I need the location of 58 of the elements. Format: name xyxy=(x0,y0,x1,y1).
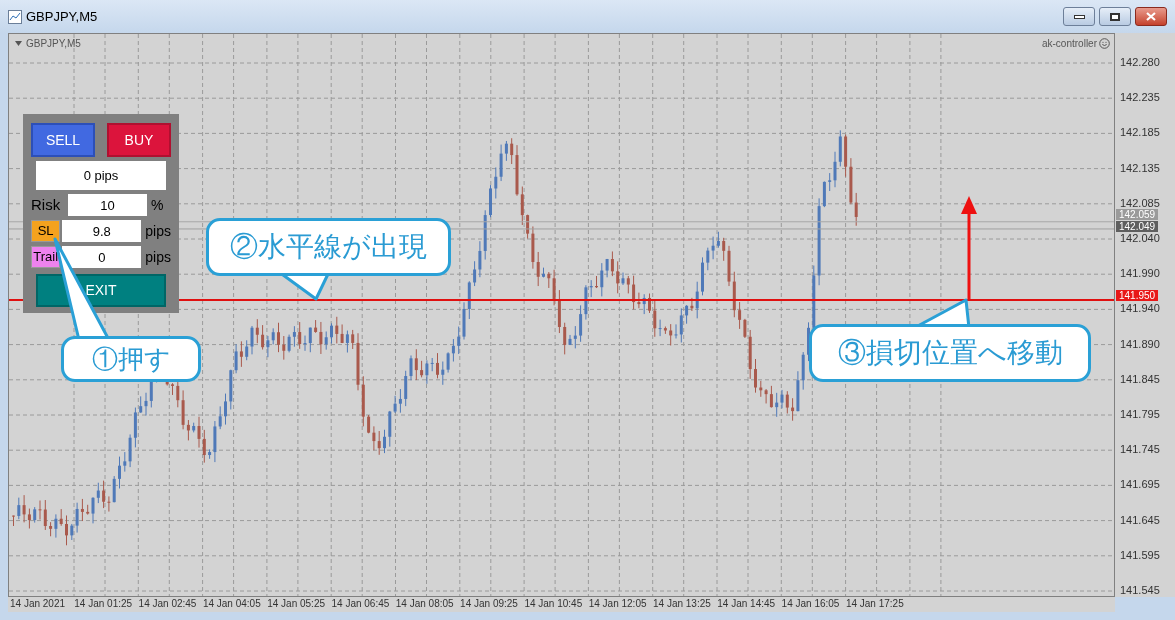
close-icon xyxy=(1146,12,1156,21)
maximize-button[interactable] xyxy=(1099,7,1131,26)
chart-symbol-label: GBPJPY,M5 xyxy=(26,37,81,51)
price-tick-label: 141.745 xyxy=(1120,443,1160,456)
price-tick-label: 141.595 xyxy=(1120,548,1160,561)
price-marker-label: 141.950 xyxy=(1116,290,1159,302)
profit-display: 0 pips xyxy=(36,161,166,190)
time-tick-label: 14 Jan 09:25 xyxy=(460,598,518,610)
time-tick-label: 14 Jan 06:45 xyxy=(331,598,390,610)
price-tick-label: 141.845 xyxy=(1120,372,1160,385)
price-marker-label: 142.049 xyxy=(1116,220,1159,232)
price-tick-label: 141.645 xyxy=(1120,513,1160,526)
setting-input[interactable]: 9.8 xyxy=(62,220,142,242)
window-title: GBPJPY,M5 xyxy=(26,7,98,26)
minimize-button[interactable] xyxy=(1063,7,1095,26)
price-tick-label: 142.040 xyxy=(1120,232,1160,244)
time-tick-label: 14 Jan 12:05 xyxy=(588,598,647,610)
time-tick-label: 14 Jan 17:25 xyxy=(845,598,904,610)
time-tick-label: 14 Jan 2021 xyxy=(10,598,66,610)
price-tick-label: 141.545 xyxy=(1120,584,1160,596)
time-tick-label: 14 Jan 10:45 xyxy=(524,598,583,610)
setting-input[interactable]: 10 xyxy=(68,194,147,216)
sell-button[interactable]: SELL xyxy=(31,123,95,157)
smiley-icon xyxy=(1099,38,1110,49)
price-tick-label: 141.990 xyxy=(1120,267,1160,280)
setting-button[interactable]: SL xyxy=(31,220,61,242)
price-tick-label: 142.235 xyxy=(1120,91,1160,104)
close-button[interactable] xyxy=(1135,7,1167,26)
time-tick-label: 14 Jan 04:05 xyxy=(202,598,261,610)
indicator-label: ak-controller xyxy=(1041,37,1097,51)
setting-button[interactable]: Trail xyxy=(31,246,61,268)
price-tick-label: 142.280 xyxy=(1120,56,1160,68)
caret-icon[interactable] xyxy=(15,41,22,46)
setting-label: Risk xyxy=(31,194,62,215)
time-tick-label: 14 Jan 08:05 xyxy=(395,598,454,610)
price-tick-label: 141.795 xyxy=(1120,408,1160,420)
price-tick-label: 141.890 xyxy=(1120,337,1160,350)
price-tick-label: 142.185 xyxy=(1120,126,1160,139)
price-tick-label: 142.135 xyxy=(1120,161,1160,174)
minimize-icon xyxy=(1073,14,1085,19)
maximize-icon xyxy=(1110,12,1120,21)
price-tick-label: 141.940 xyxy=(1120,302,1160,315)
unit-label: % xyxy=(151,195,164,215)
price-tick-label: 142.085 xyxy=(1120,196,1160,209)
setting-input[interactable]: 0 xyxy=(62,246,142,268)
callout: ①押す xyxy=(61,336,201,382)
time-tick-label: 14 Jan 13:25 xyxy=(653,598,711,610)
time-tick-label: 14 Jan 01:25 xyxy=(74,598,133,610)
buy-button[interactable]: BUY xyxy=(107,123,171,157)
unit-label: pips xyxy=(145,221,171,241)
price-tick-label: 141.695 xyxy=(1120,478,1160,491)
price-marker-label: 142.059 xyxy=(1116,208,1159,220)
time-tick-label: 14 Jan 16:05 xyxy=(781,598,840,610)
time-tick-label: 14 Jan 02:45 xyxy=(138,598,197,610)
time-tick-label: 14 Jan 14:45 xyxy=(717,598,776,610)
time-tick-label: 14 Jan 05:25 xyxy=(267,598,325,610)
chart-window-icon xyxy=(8,9,22,24)
unit-label: pips xyxy=(145,247,171,267)
